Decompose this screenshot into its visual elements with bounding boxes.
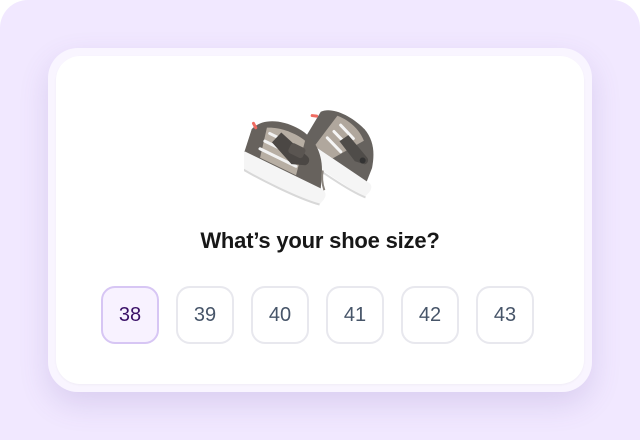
size-option-42[interactable]: 42 bbox=[401, 286, 459, 344]
shoe-size-card: What’s your shoe size? 38 39 40 41 42 43 bbox=[56, 56, 584, 384]
size-option-38[interactable]: 38 bbox=[101, 286, 159, 344]
shoe-size-question: What’s your shoe size? bbox=[200, 228, 440, 253]
size-option-39[interactable]: 39 bbox=[176, 286, 234, 344]
sneakers-icon bbox=[244, 110, 374, 206]
size-option-40[interactable]: 40 bbox=[251, 286, 309, 344]
shoe-size-options: 38 39 40 41 42 43 bbox=[101, 286, 534, 344]
size-option-43[interactable]: 43 bbox=[476, 286, 534, 344]
size-option-41[interactable]: 41 bbox=[326, 286, 384, 344]
